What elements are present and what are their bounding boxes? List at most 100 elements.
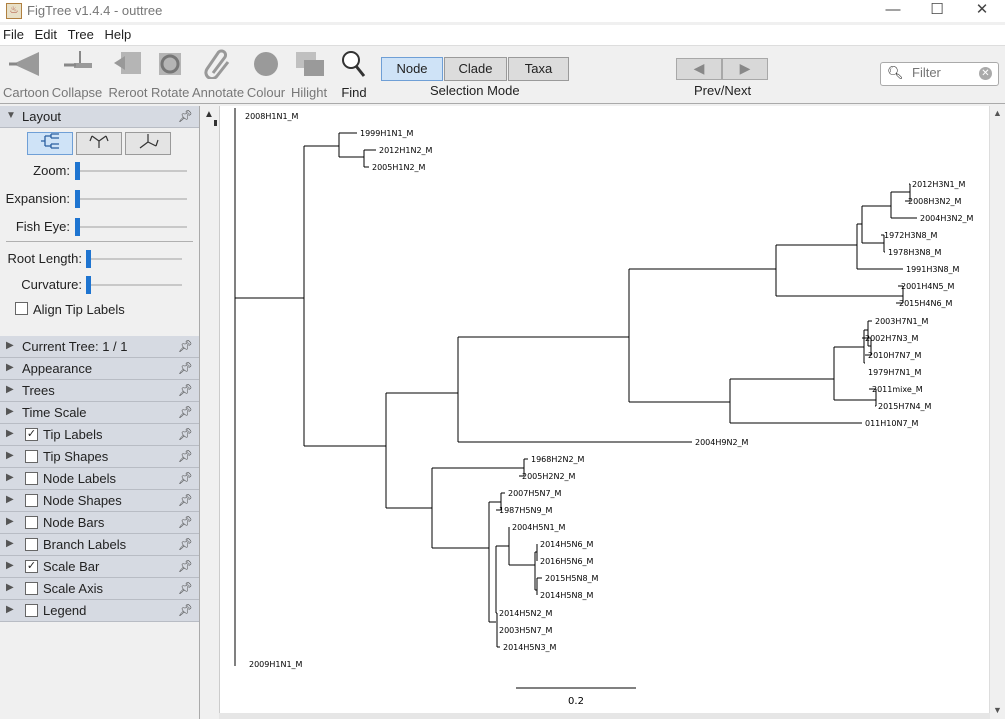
tip-label[interactable]: 2002H7N3_M xyxy=(865,334,919,343)
pin-icon[interactable]: 📌︎ xyxy=(178,383,193,397)
section-header[interactable]: ▶ Scale Axis 📌︎ xyxy=(0,578,199,600)
pin-icon[interactable]: 📌︎ xyxy=(178,559,193,573)
tip-label[interactable]: 2005H1N2_M xyxy=(372,163,426,172)
hilight-button[interactable]: Hilight xyxy=(288,49,330,100)
section-checkbox[interactable]: ✓ xyxy=(25,428,38,441)
tip-label[interactable]: 1979H7N1_M xyxy=(868,368,922,377)
fish-eye-slider[interactable] xyxy=(75,218,187,236)
tree-canvas[interactable]: ▲ 2008H1N1_M 1999H1N1_M 2012H1N2_M 2005H1N2… xyxy=(201,106,1005,719)
section-header[interactable]: ▶ Trees 📌︎ xyxy=(0,380,199,402)
tip-label[interactable]: 1972H3N8_M xyxy=(884,231,938,240)
tip-label[interactable]: 1978H3N8_M xyxy=(888,248,942,257)
tip-label[interactable]: 2004H9N2_M xyxy=(695,438,749,447)
tip-label[interactable]: 2015H4N6_M xyxy=(899,299,953,308)
menu-file[interactable]: File xyxy=(0,25,28,45)
mode-node[interactable]: Node xyxy=(381,57,443,81)
find-button[interactable]: Find xyxy=(336,49,372,100)
annotate-button[interactable]: Annotate xyxy=(192,49,244,100)
rectangular-layout-button[interactable] xyxy=(27,132,73,155)
collapse-button[interactable]: Collapse xyxy=(51,49,103,100)
mode-clade[interactable]: Clade xyxy=(444,57,507,81)
tip-label[interactable]: 2010H7N7_M xyxy=(868,351,922,360)
collapse-arrow-icon[interactable]: ▲ xyxy=(204,109,214,120)
tip-label[interactable]: 2001H4N5_M xyxy=(901,282,955,291)
tip-label[interactable]: 1999H1N1_M xyxy=(360,129,414,138)
section-checkbox[interactable] xyxy=(25,582,38,595)
zoom-slider-knob[interactable] xyxy=(75,162,80,180)
filter-input[interactable] xyxy=(912,65,972,80)
horizontal-scrollbar[interactable] xyxy=(219,713,990,719)
minimize-button[interactable]: — xyxy=(870,0,916,22)
tip-label[interactable]: 011H10N7_M xyxy=(865,419,919,428)
tip-label[interactable]: 1968H2N2_M xyxy=(531,455,585,464)
tip-label[interactable]: 2014H5N3_M xyxy=(503,643,557,652)
section-header[interactable]: ▶ Node Labels 📌︎ xyxy=(0,468,199,490)
tip-label[interactable]: 2015H5N8_M xyxy=(545,574,599,583)
align-tip-labels-checkbox[interactable]: Align Tip Labels xyxy=(15,302,125,317)
tip-label[interactable]: 2004H3N2_M xyxy=(920,214,974,223)
tip-label[interactable]: 1987H5N9_M xyxy=(499,506,553,515)
tip-label[interactable]: 2008H3N2_M xyxy=(908,197,962,206)
curvature-slider-knob[interactable] xyxy=(86,276,91,294)
curvature-slider[interactable] xyxy=(86,276,182,294)
pin-icon[interactable]: 📌︎ xyxy=(178,537,193,551)
tip-label[interactable]: 2003H5N7_M xyxy=(499,626,553,635)
menu-tree[interactable]: Tree xyxy=(65,25,98,45)
vertical-scrollbar[interactable]: ▲ ▼ xyxy=(989,106,1005,719)
section-header[interactable]: ▶ Node Bars 📌︎ xyxy=(0,512,199,534)
tip-label[interactable]: 2012H1N2_M xyxy=(379,146,433,155)
tip-label[interactable]: 2016H5N6_M xyxy=(540,557,594,566)
section-checkbox[interactable] xyxy=(25,604,38,617)
rotate-button[interactable]: Rotate xyxy=(151,49,189,100)
pin-icon[interactable]: 📌︎ xyxy=(178,427,193,441)
section-checkbox[interactable] xyxy=(25,538,38,551)
pin-icon[interactable]: 📌︎ xyxy=(178,471,193,485)
pin-icon[interactable]: 📌︎ xyxy=(178,515,193,529)
pin-icon[interactable]: 📌︎ xyxy=(178,449,193,463)
tip-label[interactable]: 2003H7N1_M xyxy=(875,317,929,326)
section-checkbox[interactable]: ✓ xyxy=(25,560,38,573)
scroll-down-icon[interactable]: ▼ xyxy=(993,705,1002,715)
tip-label[interactable]: 2014H5N8_M xyxy=(540,591,594,600)
tip-label[interactable]: 2015H7N4_M xyxy=(878,402,932,411)
section-checkbox[interactable] xyxy=(25,494,38,507)
radial-layout-button[interactable] xyxy=(125,132,171,155)
tip-label[interactable]: 2005H2N2_M xyxy=(522,472,576,481)
tip-label[interactable]: 2008H1N1_M xyxy=(245,112,299,121)
pin-icon[interactable]: 📌︎ xyxy=(178,493,193,507)
section-header[interactable]: ▶ Time Scale 📌︎ xyxy=(0,402,199,424)
prev-button[interactable]: ◀ xyxy=(676,58,722,80)
close-button[interactable]: ✕ xyxy=(959,0,1005,22)
mode-taxa[interactable]: Taxa xyxy=(508,57,569,81)
tip-label[interactable]: 2012H3N1_M xyxy=(912,180,966,189)
tip-label[interactable]: 2007H5N7_M xyxy=(508,489,562,498)
menu-help[interactable]: Help xyxy=(101,25,135,45)
zoom-slider[interactable] xyxy=(75,162,187,180)
pin-icon[interactable]: 📌︎ xyxy=(178,405,193,419)
pin-icon[interactable]: 📌︎ xyxy=(178,581,193,595)
section-header[interactable]: ▶ Branch Labels 📌︎ xyxy=(0,534,199,556)
tip-label[interactable]: 1991H3N8_M xyxy=(906,265,960,274)
splitter-handle[interactable] xyxy=(214,120,217,126)
pin-icon[interactable]: 📌︎ xyxy=(178,361,193,375)
tip-label[interactable]: 2014H5N6_M xyxy=(540,540,594,549)
root-length-slider-knob[interactable] xyxy=(86,250,91,268)
pin-icon[interactable]: 📌︎ xyxy=(178,339,193,353)
section-header[interactable]: ▶ Legend 📌︎ xyxy=(0,600,199,622)
root-length-slider[interactable] xyxy=(86,250,182,268)
section-header[interactable]: ▶ Appearance 📌︎ xyxy=(0,358,199,380)
pin-icon[interactable]: 📌︎ xyxy=(178,603,193,617)
expansion-slider[interactable] xyxy=(75,190,187,208)
section-checkbox[interactable] xyxy=(25,472,38,485)
section-header[interactable]: ▶ ✓ Tip Labels 📌︎ xyxy=(0,424,199,446)
expansion-slider-knob[interactable] xyxy=(75,190,80,208)
pin-icon[interactable]: 📌︎ xyxy=(178,109,193,123)
tip-label[interactable]: 2014H5N2_M xyxy=(499,609,553,618)
tip-label[interactable]: 2011mixe_M xyxy=(872,385,923,394)
section-header[interactable]: ▶ Tip Shapes 📌︎ xyxy=(0,446,199,468)
tree-svg[interactable]: 2008H1N1_M 1999H1N1_M 2012H1N2_M 2005H1N2_M… xyxy=(219,106,990,713)
menu-edit[interactable]: Edit xyxy=(32,25,61,45)
section-checkbox[interactable] xyxy=(25,516,38,529)
scroll-up-icon[interactable]: ▲ xyxy=(993,108,1002,118)
layout-section-header[interactable]: ▼ Layout 📌︎ xyxy=(0,106,199,128)
